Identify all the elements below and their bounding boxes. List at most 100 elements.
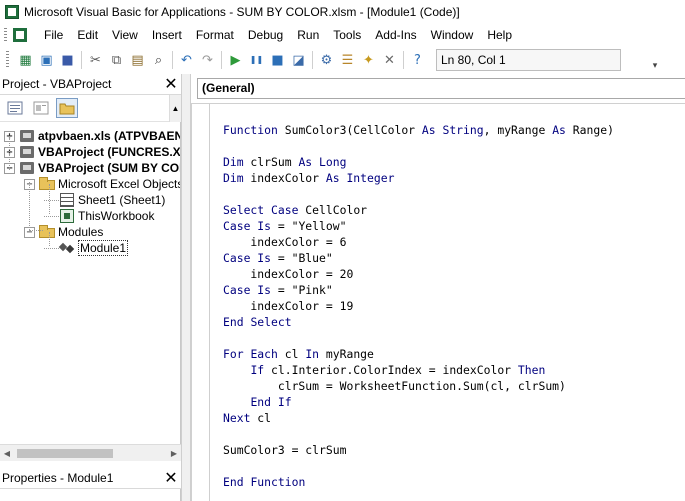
code-line[interactable]	[223, 186, 614, 202]
object-dropdown[interactable]: (General)	[197, 78, 685, 99]
toolbar-options-chevron-icon[interactable]: ▾	[649, 49, 661, 71]
code-line[interactable]	[223, 138, 614, 154]
excel-doc-icon[interactable]	[11, 27, 31, 43]
scroll-right-icon[interactable]: ▶	[167, 445, 181, 462]
code-token: clrSum = WorksheetFunction.Sum(cl, clrSu…	[223, 379, 566, 393]
code-line[interactable]: Case Is = "Yellow"	[223, 218, 614, 234]
toolbar-grip[interactable]	[6, 51, 9, 69]
tree-node[interactable]: − Modules	[24, 224, 103, 240]
menu-add-ins[interactable]: Add-Ins	[368, 24, 423, 46]
code-token: cl	[277, 347, 306, 361]
menu-window[interactable]: Window	[424, 24, 481, 46]
menu-insert[interactable]: Insert	[145, 24, 189, 46]
code-line[interactable]: End If	[223, 394, 614, 410]
code-line[interactable]: indexColor = 6	[223, 234, 614, 250]
code-token: indexColor = 19	[223, 299, 354, 313]
menu-edit[interactable]: Edit	[70, 24, 105, 46]
menu-format[interactable]: Format	[189, 24, 241, 46]
code-keyword: Then	[517, 363, 546, 377]
code-keyword: Long	[319, 155, 347, 169]
toolbar-separator	[221, 51, 222, 69]
insert-dropdown-button[interactable]: ▣	[36, 49, 57, 71]
break-button[interactable]: ❚❚	[246, 49, 267, 71]
tree-connector	[49, 184, 50, 214]
undo-button[interactable]: ↶	[176, 49, 197, 71]
code-line[interactable]	[223, 330, 614, 346]
tree-node[interactable]: − Microsoft Excel Objects	[24, 176, 180, 192]
code-line[interactable]: Case Is = "Pink"	[223, 282, 614, 298]
tree-connector	[29, 230, 43, 231]
code-keyword: Case	[223, 251, 251, 265]
code-keyword: Case	[223, 219, 251, 233]
redo-button[interactable]: ↷	[197, 49, 218, 71]
copy-icon: ⧉	[111, 52, 122, 68]
cut-button[interactable]: ✂	[85, 49, 106, 71]
code-line[interactable]: End Select	[223, 314, 614, 330]
properties-panel-title: Properties - Module1	[2, 471, 114, 485]
view-excel-button[interactable]: ▦	[15, 49, 36, 71]
menu-tools[interactable]: Tools	[326, 24, 368, 46]
tree-connector	[44, 199, 59, 201]
tree-node[interactable]: ThisWorkbook	[44, 208, 154, 224]
code-line[interactable]: Dim clrSum As Long	[223, 154, 614, 170]
menu-debug[interactable]: Debug	[241, 24, 290, 46]
code-line[interactable]: Next cl	[223, 410, 614, 426]
code-line[interactable]: Case Is = "Blue"	[223, 250, 614, 266]
properties-panel-close-icon[interactable]: ✕	[161, 468, 181, 488]
save-button[interactable]: ■	[57, 49, 78, 71]
design-mode-button[interactable]: ◪	[288, 49, 309, 71]
toolbar-separator	[403, 51, 404, 69]
view-object-button[interactable]	[30, 98, 52, 118]
code-margin-indicator-bar[interactable]	[192, 104, 210, 501]
tree-horizontal-scrollbar[interactable]: ◀ ▶	[0, 444, 181, 461]
object-browser-button[interactable]: ✦	[358, 49, 379, 71]
code-line[interactable]: Function SumColor3(CellColor As String, …	[223, 122, 614, 138]
code-line[interactable]: If cl.Interior.ColorIndex = indexColor T…	[223, 362, 614, 378]
code-line[interactable]: End Function	[223, 474, 614, 490]
project-explorer-button[interactable]: ⚙	[316, 49, 337, 71]
paste-icon: ▤	[131, 52, 144, 68]
code-text[interactable]: Function SumColor3(CellColor As String, …	[223, 122, 614, 490]
menu-file[interactable]: File	[37, 24, 70, 46]
menu-view[interactable]: View	[105, 24, 145, 46]
toolbox-button[interactable]: ✕	[379, 49, 400, 71]
find-button[interactable]: ⌕	[148, 49, 169, 71]
code-line[interactable]	[223, 426, 614, 442]
code-keyword: Is	[257, 283, 272, 297]
tree-scroll-up-icon[interactable]: ▲	[169, 95, 181, 122]
tree-node[interactable]: + atpvbaen.xls (ATPVBAEN	[4, 128, 180, 144]
reset-button[interactable]: ■	[267, 49, 288, 71]
project-panel-toolbar: ▲	[0, 95, 181, 122]
code-line[interactable]: For Each cl In myRange	[223, 346, 614, 362]
run-button[interactable]: ▶	[225, 49, 246, 71]
scroll-left-icon[interactable]: ◀	[0, 445, 14, 462]
menu-run[interactable]: Run	[290, 24, 326, 46]
tree-node[interactable]: Sheet1 (Sheet1)	[44, 192, 165, 208]
code-line[interactable]: Dim indexColor As Integer	[223, 170, 614, 186]
vba-app-icon[interactable]	[4, 4, 20, 20]
toggle-folders-button[interactable]	[56, 98, 78, 118]
tree-node[interactable]: − VBAProject (SUM BY COL	[4, 160, 180, 176]
code-line[interactable]: indexColor = 19	[223, 298, 614, 314]
code-editor[interactable]: Function SumColor3(CellColor As String, …	[191, 104, 685, 501]
code-line[interactable]: SumColor3 = clrSum	[223, 442, 614, 458]
code-line[interactable]	[223, 458, 614, 474]
tree-node[interactable]: + VBAProject (FUNCRES.XL	[4, 144, 180, 160]
code-line[interactable]: clrSum = WorksheetFunction.Sum(cl, clrSu…	[223, 378, 614, 394]
paste-button[interactable]: ▤	[127, 49, 148, 71]
scroll-thumb[interactable]	[17, 448, 113, 458]
copy-button[interactable]: ⧉	[106, 49, 127, 71]
code-token: myRange	[319, 347, 374, 361]
code-line[interactable]: Select Case CellColor	[223, 202, 614, 218]
tree-node[interactable]: Module1	[44, 240, 129, 256]
help-button[interactable]: ?	[407, 49, 428, 71]
view-code-button[interactable]	[4, 98, 26, 118]
menu-grip[interactable]	[4, 28, 7, 42]
properties-button[interactable]: ☰	[337, 49, 358, 71]
code-keyword: End	[223, 315, 244, 329]
code-line[interactable]: indexColor = 20	[223, 266, 614, 282]
project-panel-close-icon[interactable]: ✕	[161, 74, 181, 94]
menu-help[interactable]: Help	[480, 24, 519, 46]
pane-splitter[interactable]	[181, 74, 191, 501]
